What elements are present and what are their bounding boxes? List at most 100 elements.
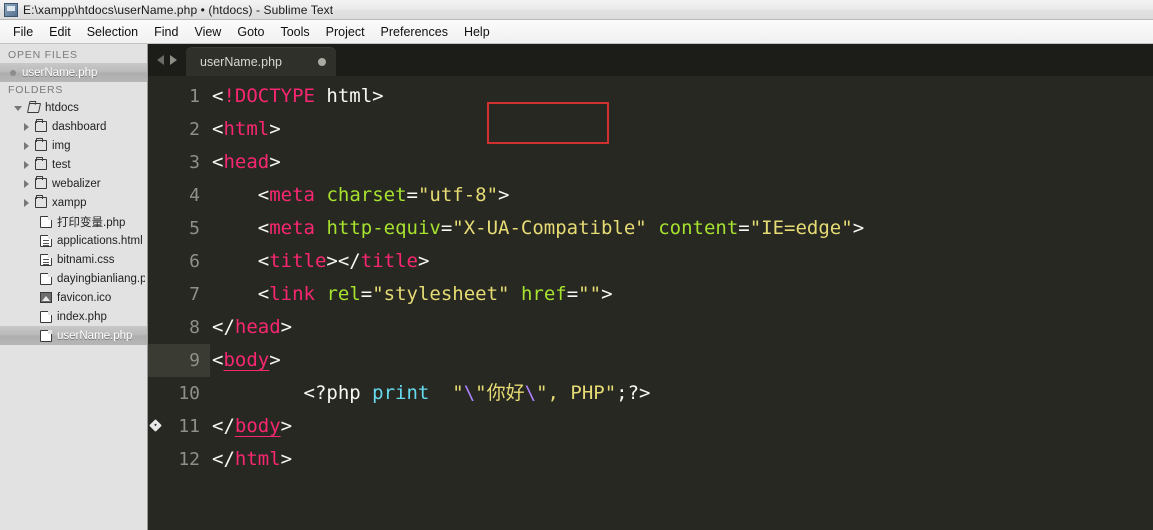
menu-item-view[interactable]: View xyxy=(186,22,229,42)
folder-xampp[interactable]: xampp xyxy=(0,193,147,212)
dot-icon xyxy=(10,70,16,76)
folder-icon xyxy=(35,178,47,189)
code-line[interactable]: 4 <meta charset="utf-8"> xyxy=(148,179,1153,212)
file-index-php[interactable]: index.php xyxy=(0,307,147,326)
folder-label: dashboard xyxy=(52,121,106,133)
code-line-active[interactable]: 9 <body> xyxy=(148,344,1153,377)
editor-pane: userName.php 1 <!DOCTYPE html> 2 <html> xyxy=(148,44,1153,530)
file-username-php[interactable]: userName.php xyxy=(0,326,147,345)
line-content: <?php print "\"你好\", PHP";?> xyxy=(212,377,651,410)
code-line[interactable]: 11 </body> xyxy=(148,410,1153,443)
menu-item-find[interactable]: Find xyxy=(146,22,186,42)
code-line[interactable]: 8 </head> xyxy=(148,311,1153,344)
folders-header: FOLDERS xyxy=(0,82,147,98)
line-content: <meta charset="utf-8"> xyxy=(212,179,510,212)
line-number: 7 xyxy=(148,278,210,311)
open-file-username-php[interactable]: userName.php xyxy=(0,63,147,82)
menu-item-goto[interactable]: Goto xyxy=(229,22,272,42)
menu-item-tools[interactable]: Tools xyxy=(272,22,317,42)
line-content: <link rel="stylesheet" href=""> xyxy=(212,278,613,311)
menu-item-edit[interactable]: Edit xyxy=(41,22,79,42)
chevron-down-icon[interactable] xyxy=(14,106,22,111)
chevron-right-icon[interactable] xyxy=(24,123,29,131)
code-line[interactable]: 6 <title></title> xyxy=(148,245,1153,278)
code-line[interactable]: 1 <!DOCTYPE html> xyxy=(148,80,1153,113)
menu-item-project[interactable]: Project xyxy=(318,22,373,42)
code-line[interactable]: 5 <meta http-equiv="X-UA-Compatible" con… xyxy=(148,212,1153,245)
code-line[interactable]: 12 </html> xyxy=(148,443,1153,476)
file-favicon-ico[interactable]: favicon.ico xyxy=(0,288,147,307)
folder-label: xampp xyxy=(52,197,87,209)
nav-back-arrow-icon[interactable] xyxy=(157,55,164,65)
file-label: bitnami.css xyxy=(57,254,115,266)
file-bitnami-css[interactable]: bitnami.css xyxy=(0,250,147,269)
folder-icon xyxy=(35,197,47,208)
folder-label: test xyxy=(52,159,71,171)
line-number: 10 xyxy=(148,377,210,410)
file-label: index.php xyxy=(57,311,107,323)
code-lines: 1 <!DOCTYPE html> 2 <html> 3 <head> 4 <m… xyxy=(148,80,1153,476)
unsaved-changes-icon[interactable] xyxy=(318,58,326,66)
menu-bar: File Edit Selection Find View Goto Tools… xyxy=(0,20,1153,44)
folder-icon xyxy=(35,159,47,170)
tab-nav-arrows xyxy=(152,44,186,76)
line-number: 11 xyxy=(148,410,210,443)
chevron-right-icon[interactable] xyxy=(24,199,29,207)
sublime-text-icon xyxy=(4,3,18,17)
folder-open-icon xyxy=(27,103,41,113)
code-line[interactable]: 2 <html> xyxy=(148,113,1153,146)
folder-label: img xyxy=(52,140,71,152)
line-content: <!DOCTYPE html> xyxy=(212,80,384,113)
file-label: favicon.ico xyxy=(57,292,111,304)
folder-webalizer[interactable]: webalizer xyxy=(0,174,147,193)
folder-img[interactable]: img xyxy=(0,136,147,155)
line-number: 3 xyxy=(148,146,210,179)
open-file-label: userName.php xyxy=(22,67,97,79)
file-applications-html[interactable]: applications.html xyxy=(0,231,147,250)
line-number: 2 xyxy=(148,113,210,146)
chevron-right-icon[interactable] xyxy=(24,180,29,188)
code-editor[interactable]: 1 <!DOCTYPE html> 2 <html> 3 <head> 4 <m… xyxy=(148,76,1153,530)
folder-test[interactable]: test xyxy=(0,155,147,174)
line-number: 9 xyxy=(148,344,210,377)
line-number: 6 xyxy=(148,245,210,278)
sublime-text-window: E:\xampp\htdocs\userName.php • (htdocs) … xyxy=(0,0,1153,530)
file-icon xyxy=(40,330,52,342)
line-content: <html> xyxy=(212,113,281,146)
file-icon xyxy=(40,311,52,323)
workspace: OPEN FILES userName.php FOLDERS htdocs d… xyxy=(0,44,1153,530)
file-dayinbianliang-php[interactable]: 打印变量.php xyxy=(0,212,147,231)
tab-label: userName.php xyxy=(200,55,282,69)
chevron-right-icon[interactable] xyxy=(24,161,29,169)
line-number: 5 xyxy=(148,212,210,245)
menu-item-selection[interactable]: Selection xyxy=(79,22,146,42)
tab-bar: userName.php xyxy=(148,44,1153,76)
nav-forward-arrow-icon[interactable] xyxy=(170,55,177,65)
line-content: </head> xyxy=(212,311,292,344)
file-code-icon xyxy=(40,235,52,247)
menu-item-file[interactable]: File xyxy=(5,22,41,42)
line-content: </body> xyxy=(212,410,292,443)
code-line[interactable]: 10 <?php print "\"你好\", PHP";?> xyxy=(148,377,1153,410)
tab-username-php[interactable]: userName.php xyxy=(186,47,336,76)
window-title: E:\xampp\htdocs\userName.php • (htdocs) … xyxy=(23,3,333,17)
file-label: dayingbianliang.p xyxy=(57,273,145,285)
line-number: 12 xyxy=(148,443,210,476)
open-files-header: OPEN FILES xyxy=(0,47,147,63)
line-number: 1 xyxy=(148,80,210,113)
file-label: userName.php xyxy=(57,330,132,342)
file-icon xyxy=(40,273,52,285)
code-line[interactable]: 3 <head> xyxy=(148,146,1153,179)
folder-dashboard[interactable]: dashboard xyxy=(0,117,147,136)
menu-item-preferences[interactable]: Preferences xyxy=(373,22,456,42)
code-line[interactable]: 7 <link rel="stylesheet" href=""> xyxy=(148,278,1153,311)
folder-label: htdocs xyxy=(45,102,79,114)
line-number: 4 xyxy=(148,179,210,212)
chevron-right-icon[interactable] xyxy=(24,142,29,150)
menu-item-help[interactable]: Help xyxy=(456,22,498,42)
file-label: applications.html xyxy=(57,235,143,247)
file-dayingbianliang-php[interactable]: dayingbianliang.p xyxy=(0,269,147,288)
folder-htdocs[interactable]: htdocs xyxy=(0,98,147,117)
line-content: <body> xyxy=(212,344,281,377)
line-content: <title></title> xyxy=(212,245,429,278)
